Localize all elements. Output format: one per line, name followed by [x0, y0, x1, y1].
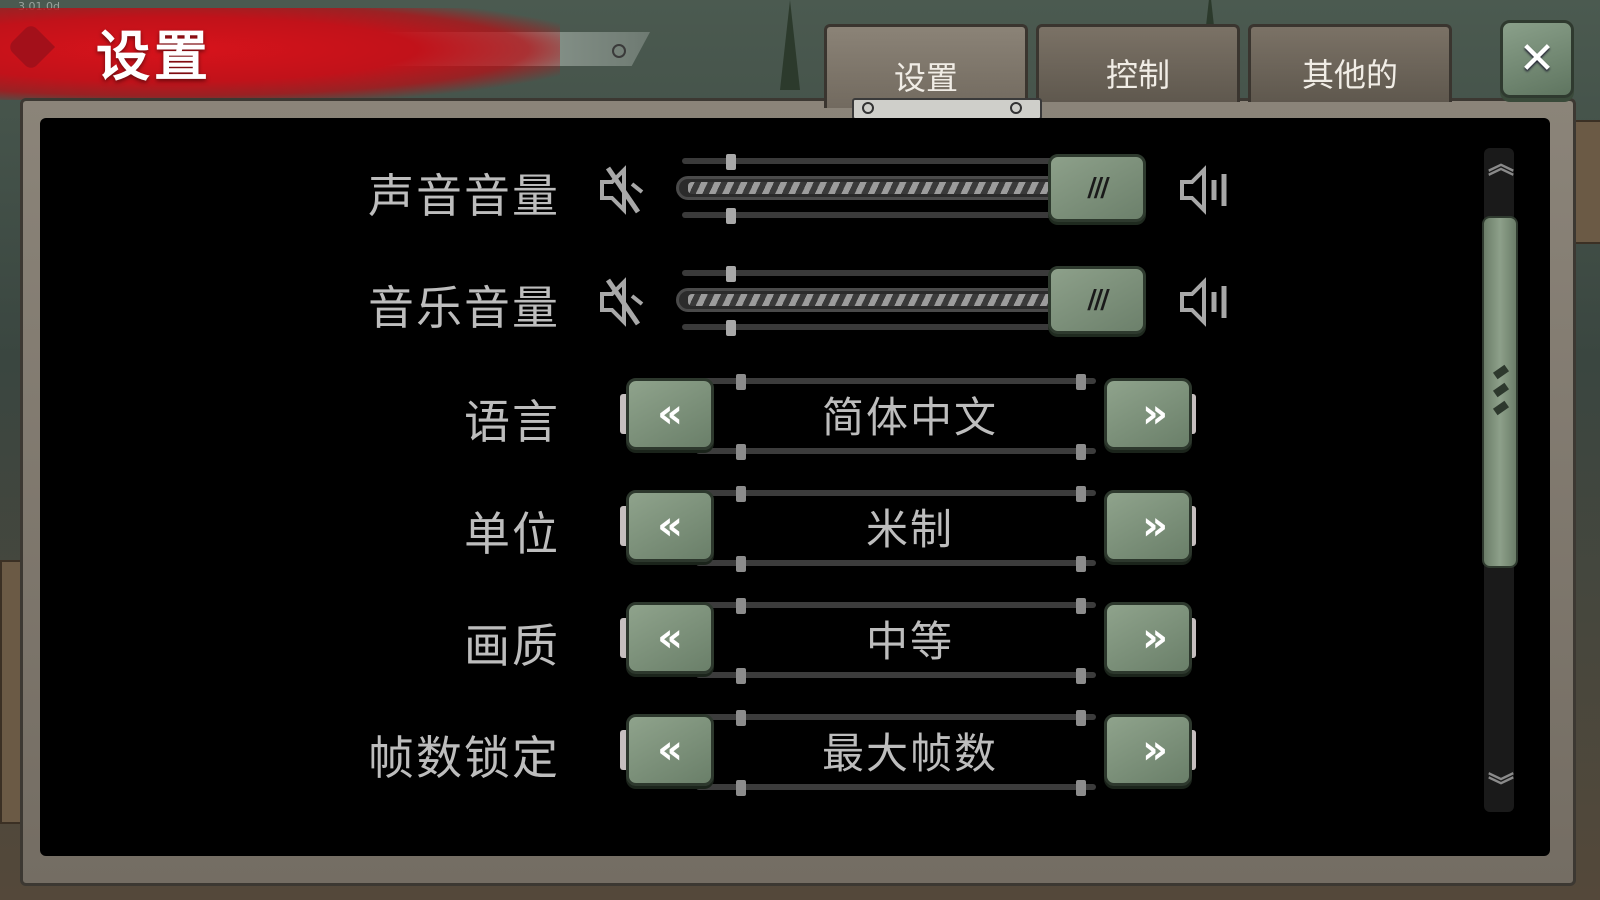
slider-fill [688, 182, 1056, 194]
double-chevron-left-icon: « [657, 615, 683, 661]
selector-pin [736, 556, 746, 572]
scroll-up-icon[interactable]: ︽ [1488, 152, 1514, 178]
selector-pin [736, 780, 746, 796]
units-prev-button[interactable]: « [626, 490, 714, 562]
units-label: 单位 [464, 507, 560, 561]
speaker-icon[interactable] [1176, 162, 1232, 218]
fps-lock-prev-button[interactable]: « [626, 714, 714, 786]
language-label: 语言 [464, 395, 560, 449]
grip-icon [1492, 382, 1510, 398]
fps-lock-label: 帧数锁定 [368, 731, 560, 785]
page-title: 设置 [96, 25, 212, 88]
selector-pin [1076, 668, 1086, 684]
double-chevron-left-icon: « [657, 391, 683, 437]
double-chevron-right-icon: » [1142, 391, 1168, 437]
slider-peg [726, 320, 736, 336]
mute-speaker-icon[interactable] [594, 274, 650, 330]
double-chevron-right-icon: » [1142, 615, 1168, 661]
selector-pin [736, 668, 746, 684]
selector-rail [696, 560, 1096, 566]
selector-rail [696, 784, 1096, 790]
slider-peg [726, 208, 736, 224]
slider-fill [688, 294, 1056, 306]
mute-speaker-icon[interactable] [594, 162, 650, 218]
language-next-button[interactable]: » [1104, 378, 1192, 450]
sound-volume-label: 声音音量 [368, 169, 560, 223]
tab-settings[interactable]: 设置 [824, 24, 1028, 108]
quality-next-button[interactable]: » [1104, 602, 1192, 674]
sound-volume-slider[interactable]: /// [676, 154, 1156, 224]
slider-peg [726, 266, 736, 282]
grip-icon: /// [1087, 173, 1109, 203]
tab-clip [852, 98, 1042, 120]
slider-peg [726, 154, 736, 170]
grip-icon: /// [1087, 285, 1109, 315]
tab-controls[interactable]: 控制 [1036, 24, 1240, 102]
language-value: 简体中文 [821, 393, 998, 442]
tab-label: 设置 [893, 58, 958, 97]
double-chevron-left-icon: « [657, 503, 683, 549]
fps-lock-selector: « 最大帧数 » [620, 710, 1200, 796]
rivet-icon [612, 44, 626, 58]
quality-prev-button[interactable]: « [626, 602, 714, 674]
music-volume-slider[interactable]: /// [676, 266, 1156, 336]
blood-splatter [0, 8, 560, 100]
rivet-icon [1010, 102, 1022, 114]
close-icon: ✕ [1518, 33, 1556, 84]
scrollbar-thumb[interactable] [1482, 216, 1518, 568]
selector-pin [1076, 556, 1086, 572]
fps-lock-value: 最大帧数 [821, 729, 998, 778]
language-prev-button[interactable]: « [626, 378, 714, 450]
grip-icon [1492, 364, 1510, 380]
selector-pin [1076, 780, 1086, 796]
selector-rail [696, 448, 1096, 454]
tab-label: 控制 [1105, 55, 1170, 94]
scrollbar[interactable]: ︽ ︾ [1478, 148, 1520, 812]
quality-value: 中等 [865, 617, 954, 666]
slider-thumb[interactable]: /// [1048, 266, 1146, 334]
double-chevron-right-icon: » [1142, 503, 1168, 549]
slider-thumb[interactable]: /// [1048, 154, 1146, 222]
rivet-icon [862, 102, 874, 114]
scroll-down-icon[interactable]: ︾ [1488, 774, 1514, 800]
fps-lock-next-button[interactable]: » [1104, 714, 1192, 786]
grip-icon [1492, 400, 1510, 416]
background-leaf [780, 0, 800, 90]
music-volume-label: 音乐音量 [368, 281, 560, 335]
quality-selector: « 中等 » [620, 598, 1200, 684]
units-selector: « 米制 » [620, 486, 1200, 572]
double-chevron-right-icon: » [1142, 727, 1168, 773]
double-chevron-left-icon: « [657, 727, 683, 773]
tab-label: 其他的 [1301, 55, 1398, 94]
selector-pin [736, 444, 746, 460]
quality-label: 画质 [464, 619, 560, 673]
language-selector: « 简体中文 » [620, 374, 1200, 460]
close-button[interactable]: ✕ [1500, 20, 1574, 98]
selector-pin [1076, 444, 1086, 460]
selector-rail [696, 672, 1096, 678]
units-value: 米制 [865, 505, 954, 554]
tab-other[interactable]: 其他的 [1248, 24, 1452, 102]
speaker-icon[interactable] [1176, 274, 1232, 330]
units-next-button[interactable]: » [1104, 490, 1192, 562]
